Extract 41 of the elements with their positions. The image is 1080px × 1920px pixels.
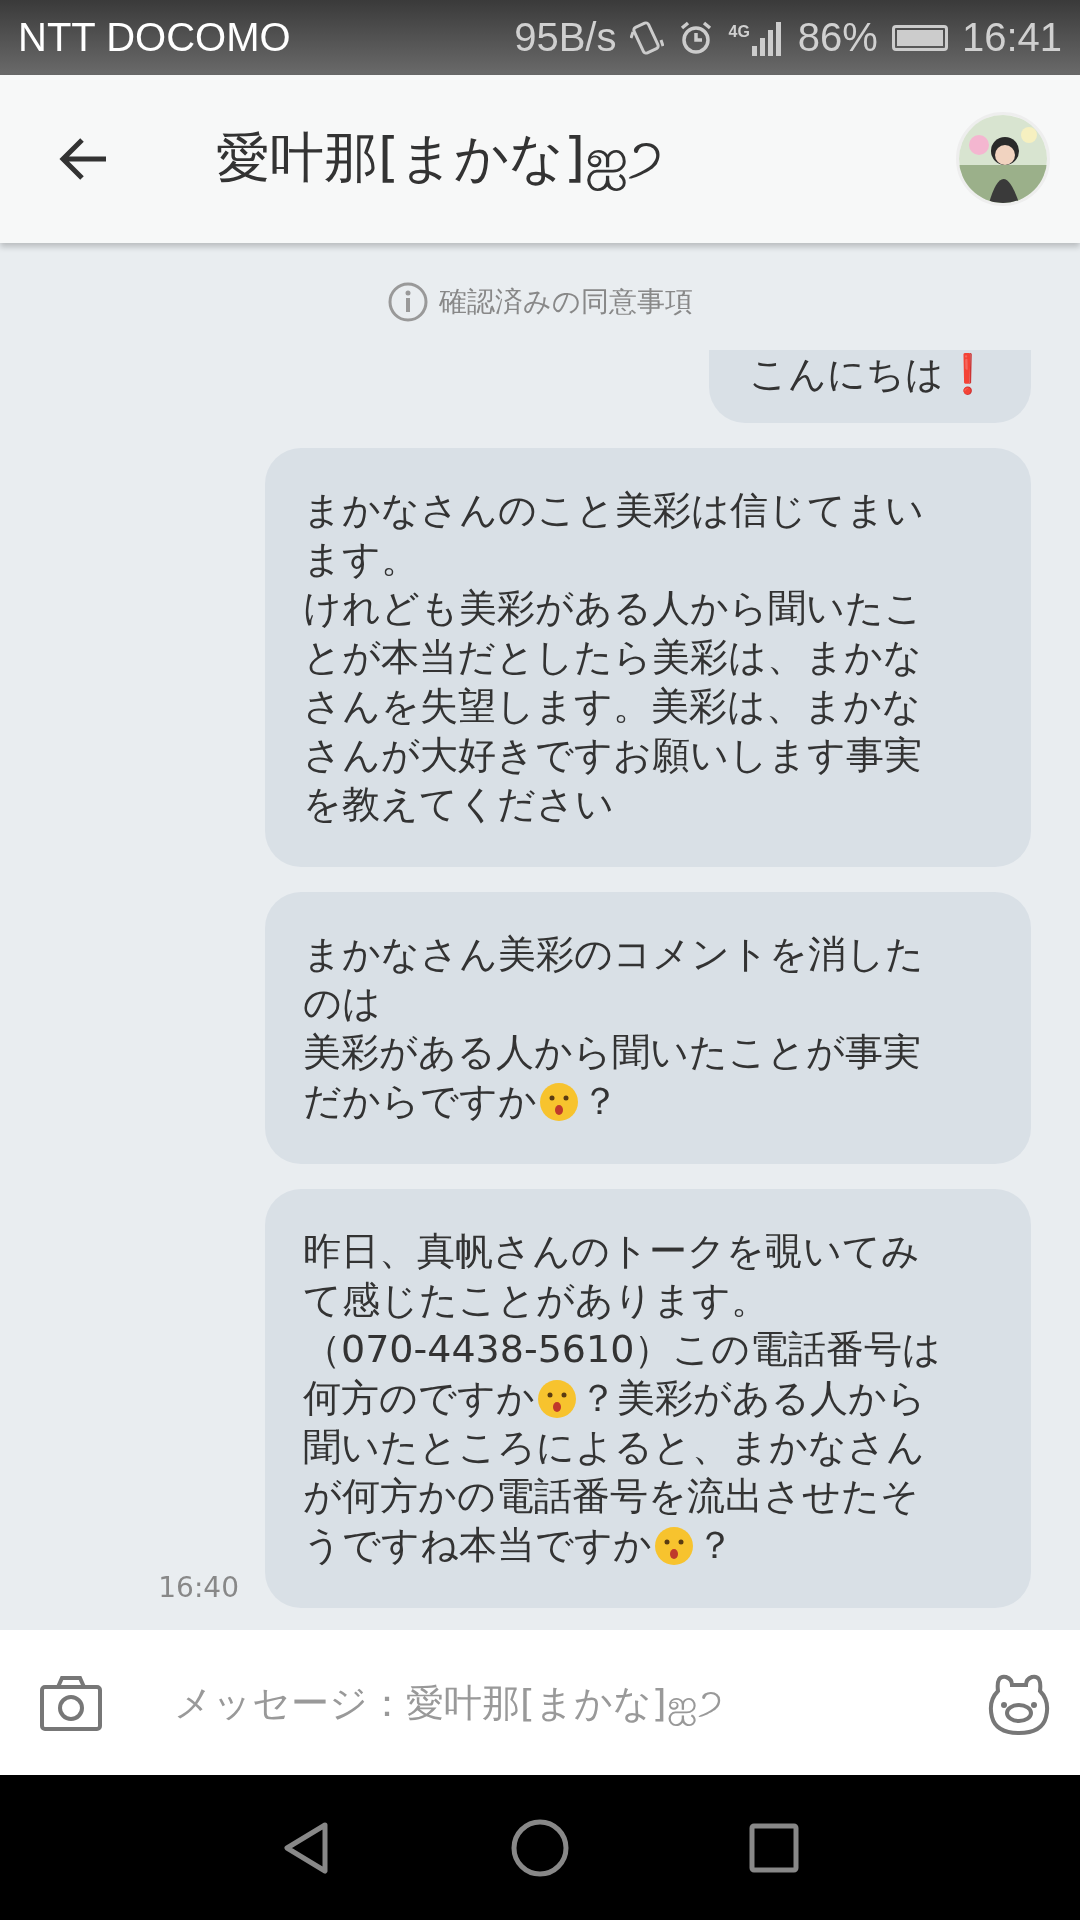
- message-text: だからですか: [303, 1078, 537, 1125]
- message-text: 聞いたところによると、まかなさん: [303, 1424, 925, 1471]
- network-type: 4G: [728, 23, 750, 41]
- message-text: のは: [303, 980, 381, 1027]
- clock: 16:41: [961, 15, 1062, 60]
- message-text: ？: [696, 1522, 734, 1569]
- message-text: て感じたことがあります。: [303, 1277, 769, 1324]
- back-arrow-icon[interactable]: [58, 136, 108, 182]
- message-text: 美彩がある人から聞いたことが事実: [303, 1029, 921, 1076]
- message-text: ？: [581, 1078, 619, 1125]
- notice-text: 確認済みの同意事項: [439, 284, 693, 320]
- message-text: けれども美彩がある人から聞いたこ: [303, 585, 923, 632]
- message-text: さんが大好きですお願いします事実: [303, 732, 922, 779]
- info-icon: [387, 281, 429, 323]
- chat-title: 愛叶那[まかな]ஐ੭: [216, 125, 665, 193]
- message-text: さんを失望します。美彩は、まかな: [303, 683, 921, 730]
- message-text: こんにちは❗: [749, 351, 991, 398]
- network-speed: 95B/s: [514, 15, 617, 60]
- camera-icon[interactable]: [40, 1674, 102, 1731]
- carrier-name: NTT DOCOMO: [18, 15, 291, 60]
- recents-nav-icon[interactable]: [749, 1822, 799, 1873]
- message-text: （070-4438-5610）この電話番号は: [303, 1326, 942, 1373]
- message-text: ます。: [303, 536, 419, 583]
- message-text: が何方かの電話番号を流出させたそ: [303, 1473, 919, 1520]
- signal-icon: [749, 19, 784, 56]
- back-nav-icon[interactable]: [281, 1820, 331, 1875]
- message-text: を教えてください: [303, 781, 614, 828]
- message-text: まかなさんのこと美彩は信じてまい: [303, 487, 924, 534]
- message-text: 何方のですか: [303, 1375, 535, 1422]
- emoji-icon: [537, 1378, 577, 1419]
- battery-percent: 86%: [797, 15, 878, 60]
- message-text: まかなさん美彩のコメントを消した: [303, 931, 924, 978]
- emoji-icon: [539, 1081, 579, 1122]
- message-text: ？美彩がある人から: [579, 1375, 926, 1422]
- emoji-icon: [654, 1525, 694, 1566]
- battery-icon: [891, 24, 948, 51]
- message-time: 16:40: [158, 1571, 239, 1604]
- message-text: 昨日、真帆さんのトークを覗いてみ: [303, 1228, 920, 1275]
- message-text: とが本当だとしたら美彩は、まかな: [303, 634, 922, 681]
- home-nav-icon[interactable]: [511, 1818, 569, 1877]
- message-text: うですね本当ですか: [303, 1522, 652, 1569]
